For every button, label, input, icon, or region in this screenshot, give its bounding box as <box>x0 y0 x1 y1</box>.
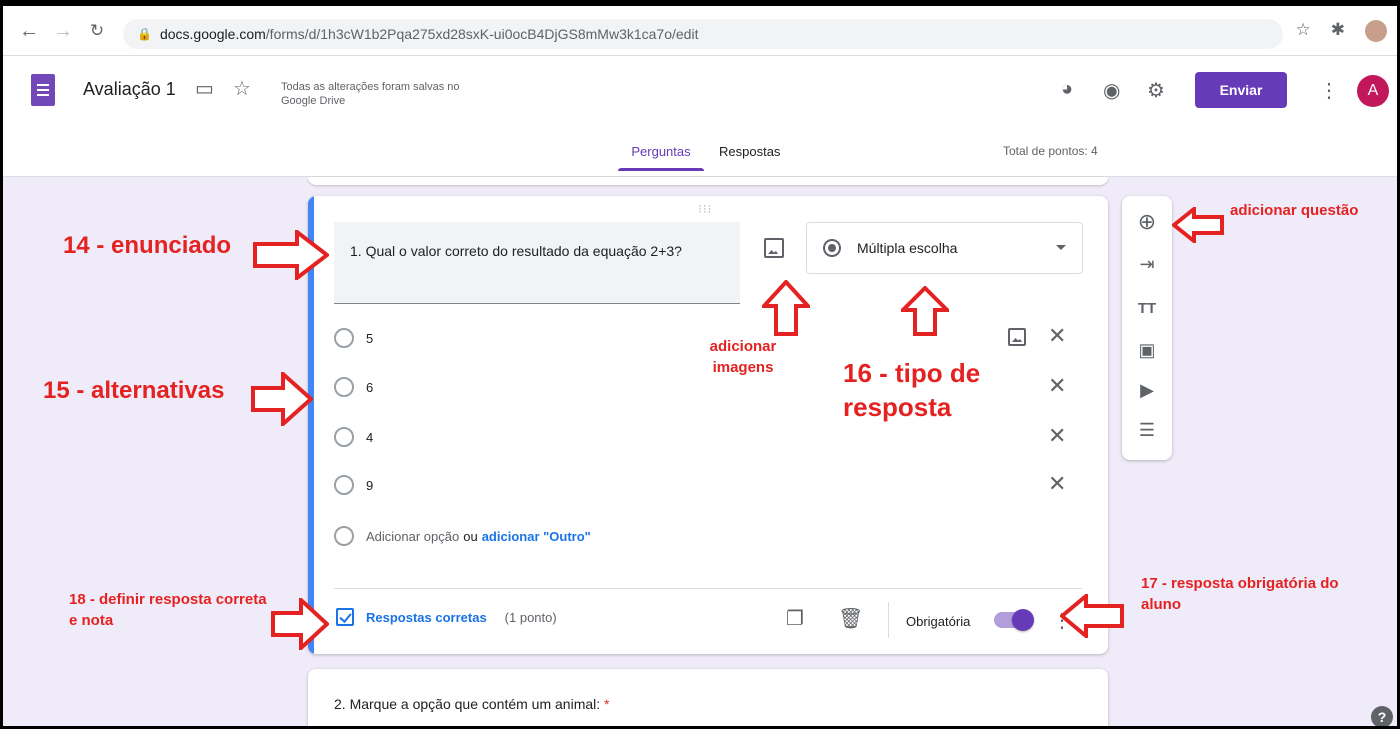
question-type-select[interactable]: Múltipla escolha <box>806 222 1083 274</box>
radio-icon <box>334 377 354 397</box>
send-button[interactable]: Enviar <box>1195 72 1287 108</box>
answer-key-check-icon <box>336 608 354 626</box>
forms-header: Avaliação 1 ▭ ☆ Todas as alterações fora… <box>3 56 1397 177</box>
arrow-up-icon <box>762 280 810 336</box>
option-item[interactable]: 4 <box>334 427 373 447</box>
more-vert-icon[interactable]: ⋮ <box>1319 78 1339 103</box>
forward-icon[interactable]: → <box>47 15 79 47</box>
save-status: Todas as alterações foram salvas no Goog… <box>281 81 460 107</box>
add-question-icon[interactable]: ⊕ <box>1135 209 1159 234</box>
lock-icon: 🔒 <box>137 27 152 41</box>
card-footer-divider <box>334 588 1082 589</box>
arrow-right-icon <box>253 230 329 280</box>
required-asterisk: * <box>604 696 610 712</box>
option-label[interactable]: 6 <box>366 380 373 395</box>
extensions-icon[interactable]: ✱ <box>1331 20 1345 42</box>
folder-icon[interactable]: ▭ <box>195 76 214 101</box>
question-card[interactable]: ⁝⁝⁝ 1. Qual o valor correto do resultado… <box>308 196 1108 654</box>
option-label[interactable]: 5 <box>366 331 373 346</box>
radio-icon <box>334 526 354 546</box>
question-2-title[interactable]: 2. Marque a opção que contém um animal: … <box>334 696 610 712</box>
browser-actions: ☆ ✱ <box>1296 20 1387 42</box>
add-video-icon[interactable]: ▶ <box>1135 378 1159 402</box>
remove-option-icon[interactable]: ✕ <box>1048 473 1066 495</box>
radio-icon <box>334 427 354 447</box>
arrow-left-icon <box>1172 207 1224 243</box>
chevron-down-icon <box>1056 245 1066 250</box>
remove-option-icon[interactable]: ✕ <box>1048 425 1066 447</box>
annotation-add-question: adicionar questão <box>1230 202 1359 219</box>
option-label[interactable]: 4 <box>366 430 373 445</box>
annotation-17: 17 - resposta obrigatória do aluno <box>1141 575 1339 613</box>
annotation-18: 18 - definir resposta correta e nota <box>69 591 267 629</box>
trash-icon[interactable]: 🗑 <box>838 606 863 631</box>
option-item[interactable]: 9 <box>334 475 373 495</box>
settings-gear-icon[interactable]: ⚙ <box>1147 78 1165 103</box>
duplicate-icon[interactable]: ❐ <box>786 606 804 631</box>
user-avatar[interactable]: A <box>1357 75 1389 107</box>
add-section-icon[interactable]: ☰ <box>1135 418 1159 442</box>
option-image-icon[interactable] <box>1008 328 1026 346</box>
annotation-add-image: adicionar imagens <box>709 338 777 376</box>
screenshot-frame: ← → ↻ 🔒 docs.google.com/forms/d/1h3cW1b2… <box>0 0 1400 729</box>
palette-icon[interactable]: ◕ <box>1061 78 1073 101</box>
annotation-16: 16 - tipo de resposta <box>843 358 981 422</box>
arrow-left-icon <box>1060 594 1124 638</box>
previous-card <box>308 177 1108 185</box>
forms-logo-icon[interactable] <box>31 74 55 106</box>
add-title-icon[interactable]: TT <box>1135 296 1159 320</box>
annotation-15: 15 - alternativas <box>43 377 225 404</box>
toggle-knob <box>1012 609 1034 631</box>
add-image-icon[interactable] <box>764 238 784 258</box>
preview-eye-icon[interactable]: ◉ <box>1103 78 1120 103</box>
or-label: ou <box>463 528 478 544</box>
browser-toolbar: ← → ↻ 🔒 docs.google.com/forms/d/1h3cW1b2… <box>3 6 1397 56</box>
help-icon[interactable]: ? <box>1371 706 1393 726</box>
question-card-2[interactable]: 2. Marque a opção que contém um animal: … <box>308 669 1108 726</box>
answer-key-button[interactable]: Respostas corretas (1 ponto) <box>336 608 557 626</box>
floating-toolbar: ⊕ ⇥ TT ▣ ▶ ☰ <box>1122 196 1172 460</box>
back-icon[interactable]: ← <box>13 15 45 47</box>
arrow-right-icon <box>251 372 313 426</box>
bookmark-star-icon[interactable]: ☆ <box>1296 20 1311 42</box>
tab-perguntas[interactable]: Perguntas <box>618 142 704 177</box>
required-label: Obrigatória <box>906 614 971 629</box>
drag-handle-icon[interactable]: ⁝⁝⁝ <box>698 202 712 216</box>
answer-key-label[interactable]: Respostas corretas <box>366 610 487 625</box>
radio-checked-icon <box>823 239 841 257</box>
radio-icon <box>334 328 354 348</box>
import-questions-icon[interactable]: ⇥ <box>1135 252 1159 276</box>
footer-divider <box>888 602 889 638</box>
remove-option-icon[interactable]: ✕ <box>1048 325 1066 347</box>
tab-respostas[interactable]: Respostas <box>719 142 780 177</box>
url-path: /forms/d/1h3cW1b2Pqa275xd28sxK-ui0ocB4Dj… <box>265 26 699 42</box>
radio-icon <box>334 475 354 495</box>
reload-icon[interactable]: ↻ <box>81 15 113 47</box>
points-label: (1 ponto) <box>504 609 557 625</box>
arrow-up-icon <box>901 286 949 336</box>
tab-bar: Perguntas Respostas <box>3 142 1397 177</box>
arrow-right-icon <box>271 598 329 650</box>
remove-option-icon[interactable]: ✕ <box>1048 375 1066 397</box>
add-image-toolbar-icon[interactable]: ▣ <box>1135 338 1159 362</box>
star-icon[interactable]: ☆ <box>233 76 251 101</box>
add-other-link[interactable]: adicionar "Outro" <box>482 529 591 544</box>
url-host: docs.google.com <box>159 26 266 42</box>
annotation-14: 14 - enunciado <box>63 232 232 259</box>
form-title[interactable]: Avaliação 1 <box>83 79 176 100</box>
question-type-label: Múltipla escolha <box>857 240 958 256</box>
option-item[interactable]: 6 <box>334 377 373 397</box>
required-toggle[interactable] <box>994 609 1034 631</box>
profile-avatar[interactable] <box>1365 20 1387 42</box>
address-bar[interactable]: 🔒 docs.google.com/forms/d/1h3cW1b2Pqa275… <box>123 19 1283 49</box>
question-title-input[interactable]: 1. Qual o valor correto do resultado da … <box>334 222 740 304</box>
add-option-row[interactable]: Adicionar opção ou adicionar "Outro" <box>334 526 591 546</box>
total-points: Total de pontos: 4 <box>1003 144 1098 158</box>
add-option-link[interactable]: Adicionar opção <box>366 529 459 544</box>
option-label[interactable]: 9 <box>366 478 373 493</box>
option-item[interactable]: 5 <box>334 328 373 348</box>
